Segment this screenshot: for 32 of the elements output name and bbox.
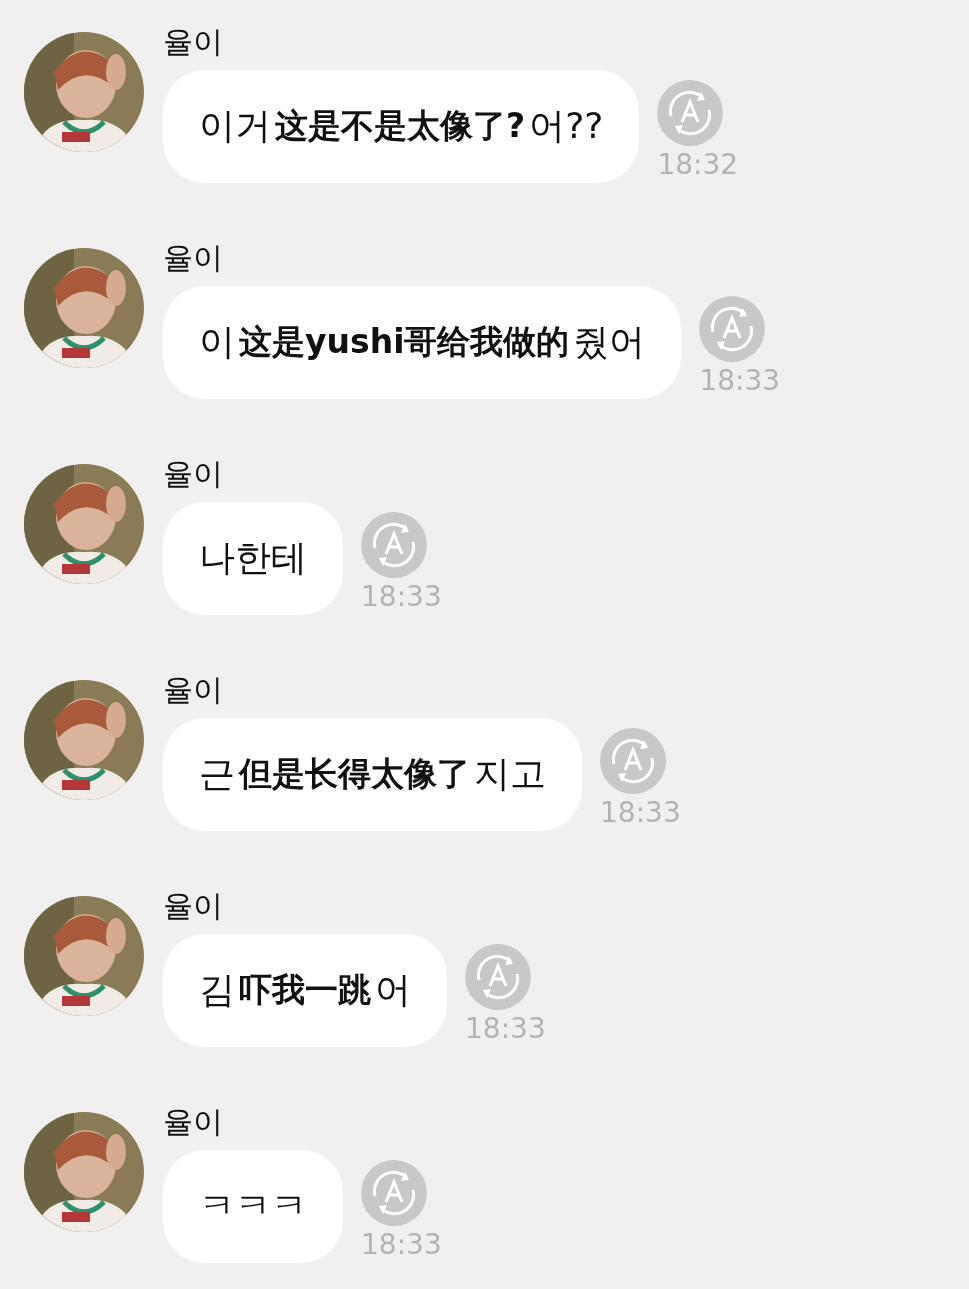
message-text: 지고: [474, 752, 546, 796]
translation-text: 这是不是太像了?: [275, 105, 526, 147]
message-text: 근: [199, 752, 235, 796]
message-text: 김: [199, 968, 235, 1012]
translation-text: 吓我一跳: [239, 969, 371, 1011]
translation-text: 但是长得太像了: [239, 753, 470, 795]
sender-name: 율이: [163, 23, 224, 61]
message-time: 18:33: [361, 580, 442, 613]
message-time: 18:33: [361, 1228, 442, 1261]
message-text: 줬어: [573, 320, 646, 364]
sender-name: 율이: [163, 887, 224, 925]
sender-name: 율이: [163, 455, 224, 493]
message-text: 어: [375, 968, 411, 1012]
translation-text: 这是yushi哥给我做的: [239, 321, 570, 363]
message-time: 18:33: [699, 364, 781, 397]
message-time: 18:33: [465, 1012, 546, 1045]
message-time: 18:33: [600, 796, 681, 829]
sender-name: 율이: [163, 671, 224, 709]
translate-icon[interactable]: [361, 1160, 427, 1226]
message-text: 나한테: [199, 536, 307, 580]
message-time: 18:32: [657, 148, 739, 181]
sender-name: 율이: [163, 239, 224, 277]
sender-name: 율이: [163, 1103, 224, 1141]
message-text: 어??: [529, 104, 604, 148]
translate-icon[interactable]: [361, 512, 427, 578]
translate-icon[interactable]: [657, 80, 724, 146]
translate-icon[interactable]: [600, 728, 666, 794]
message-text: ㅋㅋㅋ: [199, 1184, 307, 1228]
translate-icon[interactable]: [699, 296, 766, 362]
translate-icon[interactable]: [465, 944, 531, 1010]
message-text: 이: [199, 320, 235, 364]
message-text: 이거: [199, 104, 271, 148]
